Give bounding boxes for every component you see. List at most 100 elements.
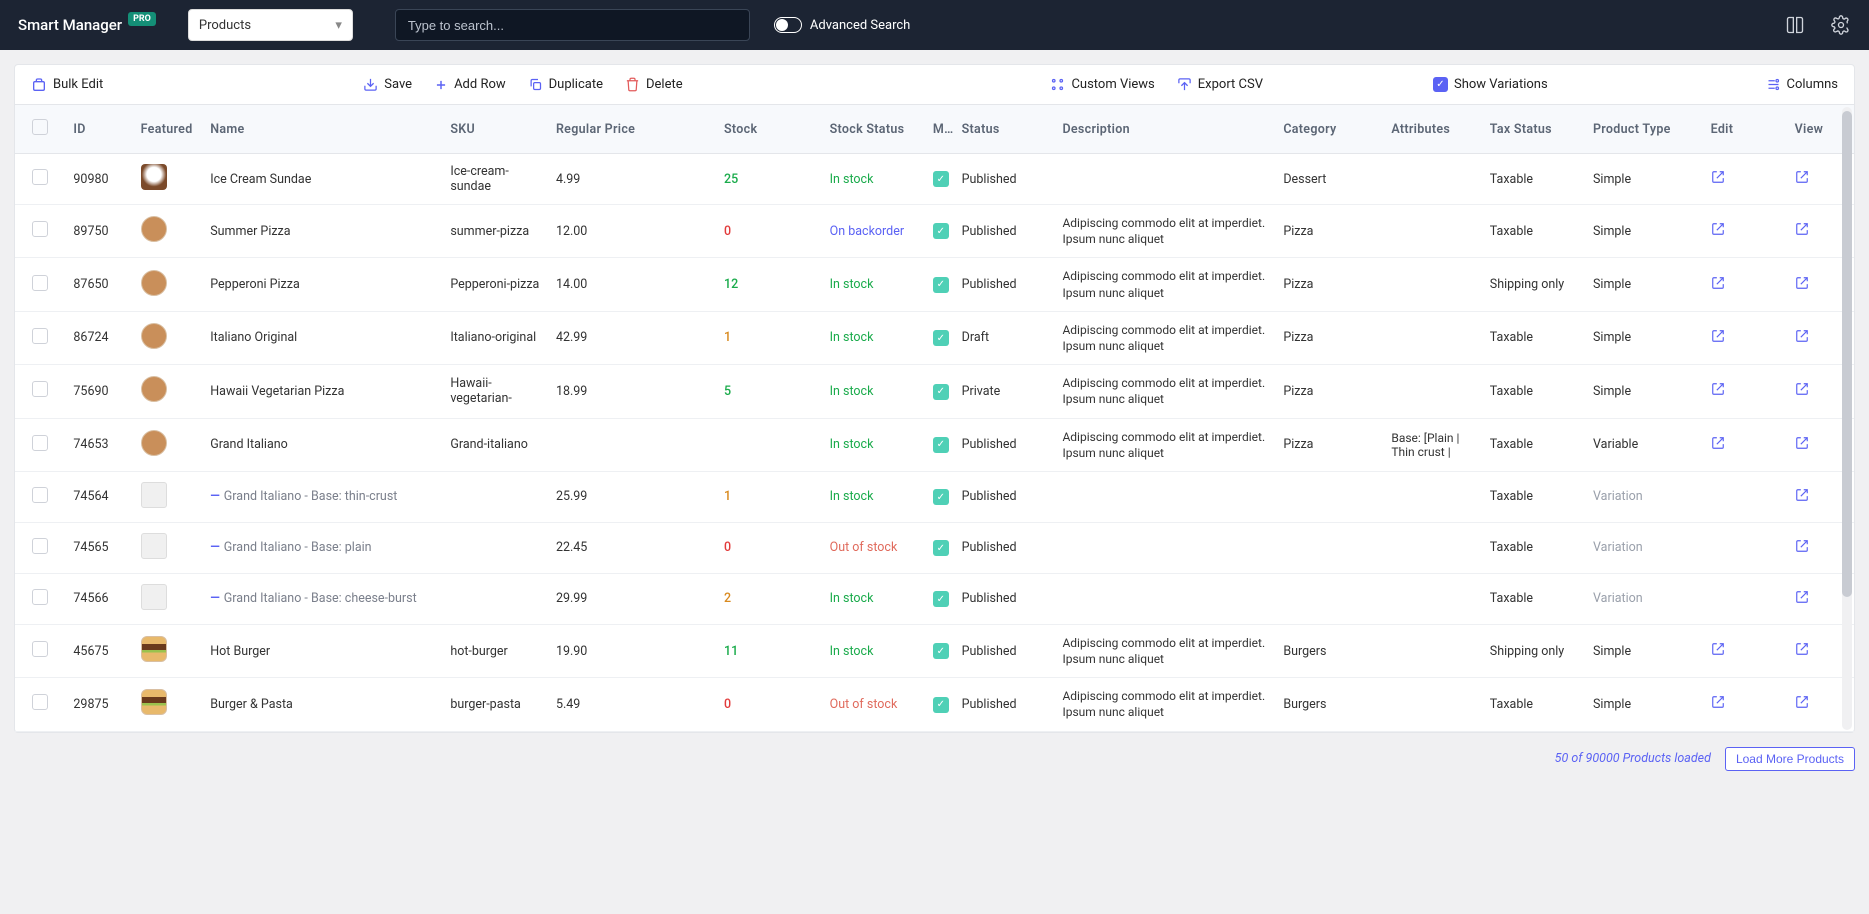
cell-tax: Shipping only [1482,624,1585,677]
cell-edit[interactable] [1703,258,1787,311]
product-thumb-icon [141,376,167,402]
cell-name[interactable]: —Grand Italiano - Base: thin-crust [202,471,442,522]
external-link-icon[interactable] [1711,645,1725,660]
cell-featured [133,154,203,205]
cell-edit[interactable] [1703,365,1787,418]
search-input[interactable] [395,9,750,41]
cell-description: Adipiscing commodo elit at imperdiet. Ip… [1054,205,1275,258]
row-checkbox[interactable] [32,328,48,344]
column-header[interactable]: Category [1275,105,1383,154]
duplicate-button[interactable]: Duplicate [528,77,603,92]
cell-attributes [1383,522,1481,573]
row-checkbox[interactable] [32,694,48,710]
external-link-icon[interactable] [1711,279,1725,294]
external-link-icon[interactable] [1711,225,1725,240]
cell-name[interactable]: Hot Burger [202,624,442,677]
cell-name[interactable]: Ice Cream Sundae [202,154,442,205]
settings-icon[interactable] [1831,15,1851,35]
external-link-icon[interactable] [1795,491,1809,506]
external-link-icon[interactable] [1795,385,1809,400]
column-header[interactable]: Featured [133,105,203,154]
cell-stock: 0 [716,678,822,731]
row-checkbox[interactable] [32,221,48,237]
cell-name[interactable]: Hawaii Vegetarian Pizza [202,365,442,418]
cell-edit[interactable] [1703,205,1787,258]
cell-name[interactable]: —Grand Italiano - Base: cheese-burst [202,573,442,624]
external-link-icon[interactable] [1711,173,1725,188]
column-header[interactable]: Description [1054,105,1275,154]
row-checkbox[interactable] [32,641,48,657]
cell-name[interactable]: Summer Pizza [202,205,442,258]
cell-name[interactable]: Grand Italiano [202,418,442,471]
cell-id: 90980 [65,154,132,205]
show-variations-toggle[interactable]: ✓ Show Variations [1433,77,1548,92]
bulk-edit-button[interactable]: Bulk Edit [31,77,103,93]
external-link-icon[interactable] [1711,332,1725,347]
external-link-icon[interactable] [1795,645,1809,660]
export-csv-button[interactable]: Export CSV [1177,77,1263,92]
scrollbar[interactable] [1842,107,1852,730]
row-checkbox[interactable] [32,589,48,605]
external-link-icon[interactable] [1795,173,1809,188]
column-header[interactable]: Stock Status [822,105,925,154]
check-badge-icon: ✓ [933,591,949,607]
toolbar: Bulk Edit Save Add Row Duplicate Delete [15,65,1854,105]
entity-selector[interactable]: Products ▾ [188,9,353,41]
cell-edit[interactable] [1703,418,1787,471]
row-checkbox[interactable] [32,435,48,451]
row-checkbox[interactable] [32,487,48,503]
column-header[interactable] [15,105,65,154]
cell-sku: Ice-cream-sundae [442,154,548,205]
external-link-icon[interactable] [1795,332,1809,347]
cell-name[interactable]: —Grand Italiano - Base: plain [202,522,442,573]
save-button[interactable]: Save [363,77,412,92]
external-link-icon[interactable] [1795,542,1809,557]
row-checkbox[interactable] [32,275,48,291]
cell-name[interactable]: Burger & Pasta [202,678,442,731]
column-header[interactable]: Attributes [1383,105,1481,154]
column-header[interactable]: Product Type [1585,105,1703,154]
cell-edit[interactable] [1703,678,1787,731]
external-link-icon[interactable] [1711,385,1725,400]
cell-edit[interactable] [1703,311,1787,364]
row-checkbox[interactable] [32,169,48,185]
external-link-icon[interactable] [1795,698,1809,713]
external-link-icon[interactable] [1795,439,1809,454]
external-link-icon[interactable] [1711,439,1725,454]
column-header[interactable]: ID [65,105,132,154]
delete-button[interactable]: Delete [625,77,683,92]
cell-attributes [1383,154,1481,205]
column-header[interactable]: Status [954,105,1055,154]
load-more-button[interactable]: Load More Products [1725,747,1855,771]
external-link-icon[interactable] [1795,225,1809,240]
scrollbar-thumb[interactable] [1842,111,1852,597]
product-name: Burger & Pasta [210,697,293,712]
column-header[interactable]: Tax Status [1482,105,1585,154]
table-row: 89750Summer Pizzasummer-pizza12.000On ba… [15,205,1854,258]
row-checkbox[interactable] [32,381,48,397]
top-bar: Smart Manager PRO Products ▾ Advanced Se… [0,0,1869,50]
column-header[interactable]: Ma [925,105,954,154]
column-header[interactable]: SKU [442,105,548,154]
column-header[interactable]: Name [202,105,442,154]
select-all-checkbox[interactable] [32,119,48,135]
add-row-button[interactable]: Add Row [434,77,506,92]
column-header[interactable]: Stock [716,105,822,154]
cell-featured [133,471,203,522]
external-link-icon[interactable] [1711,698,1725,713]
cell-name[interactable]: Pepperoni Pizza [202,258,442,311]
cell-stock-status: In stock [822,258,925,311]
cell-edit[interactable] [1703,624,1787,677]
cell-category: Pizza [1275,311,1383,364]
external-link-icon[interactable] [1795,279,1809,294]
external-link-icon[interactable] [1795,593,1809,608]
advanced-search-toggle[interactable]: Advanced Search [774,17,910,33]
cell-edit[interactable] [1703,154,1787,205]
custom-views-button[interactable]: Custom Views [1050,77,1154,92]
row-checkbox[interactable] [32,538,48,554]
cell-name[interactable]: Italiano Original [202,311,442,364]
docs-icon[interactable] [1785,15,1805,35]
columns-button[interactable]: Columns [1766,77,1839,92]
column-header[interactable]: Edit [1703,105,1787,154]
column-header[interactable]: Regular Price [548,105,716,154]
